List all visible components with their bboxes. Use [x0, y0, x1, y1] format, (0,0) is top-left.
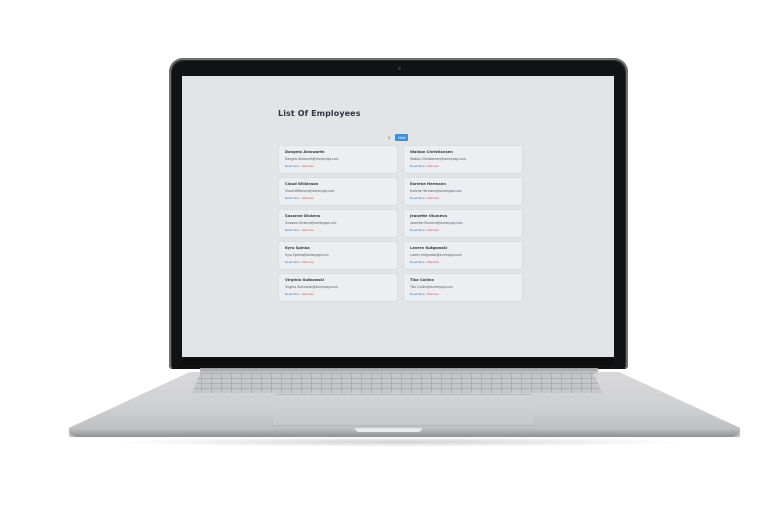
employee-card: Lavern Kutgowski Lavern.Kutgowski@dummya… [404, 242, 522, 269]
remove-link[interactable]: Remove [303, 228, 314, 232]
next-page-button[interactable]: Next [395, 134, 409, 141]
employee-name: Waldon Christiansen [410, 150, 453, 154]
current-page-number[interactable]: 1 [388, 135, 390, 140]
employee-card: Waldon Christiansen Waldon.Christiansen@… [404, 146, 522, 173]
card-actions: Read More|Remove [285, 292, 391, 296]
employee-name: Lavern Kutgowski [410, 246, 448, 250]
action-separator: | [425, 292, 427, 296]
employee-card: Susanne Dickens Susanne.Dickens@dummyapi… [279, 210, 397, 237]
read-more-link[interactable]: Read More [410, 292, 425, 296]
action-separator: | [300, 196, 302, 200]
read-more-link[interactable]: Read More [285, 228, 300, 232]
remove-link[interactable]: Remove [428, 292, 439, 296]
card-actions: Read More|Remove [285, 164, 391, 168]
card-actions: Read More|Remove [410, 260, 516, 264]
employee-name: Dangelo Ainsworth [285, 150, 325, 154]
employee-email: Waldon.Christiansen@dummyapi.com [410, 157, 466, 161]
card-actions: Read More|Remove [410, 228, 516, 232]
laptop-screen: List Of Employees 1 Next Dangelo Ainswor… [182, 76, 614, 357]
employee-name: Jeanette Okuneva [410, 214, 448, 218]
employee-email: Virginia.Gutkowski@dummyapi.com [285, 285, 338, 289]
employee-email: Kyra.Spinka@dummyapi.com [285, 253, 329, 257]
employee-email: Dangelo.Ainsworth@dummyapi.com [285, 157, 339, 161]
keyboard-rows [192, 373, 602, 393]
trackpad [272, 394, 535, 426]
action-separator: | [300, 260, 302, 264]
employee-name: Claud Wilkinson [285, 182, 319, 186]
screen-bottom-bezel [182, 357, 614, 365]
employee-card: Dangelo Ainsworth Dangelo.Ainsworth@dumm… [279, 146, 397, 173]
card-actions: Read More|Remove [285, 196, 391, 200]
remove-link[interactable]: Remove [428, 196, 439, 200]
read-more-link[interactable]: Read More [285, 260, 300, 264]
read-more-link[interactable]: Read More [410, 260, 425, 264]
employee-card: Virginia Gutkowski Virginia.Gutkowski@du… [279, 274, 397, 301]
action-separator: | [425, 164, 427, 168]
card-actions: Read More|Remove [410, 292, 516, 296]
employee-email: Lavern.Kutgowski@dummyapi.com [410, 253, 462, 257]
read-more-link[interactable]: Read More [410, 196, 425, 200]
employee-card: Claud Wilkinson Claud.Wilkinson@dummyapi… [279, 178, 397, 205]
remove-link[interactable]: Remove [303, 292, 314, 296]
page-title: List Of Employees [278, 109, 361, 118]
employee-email: Claud.Wilkinson@dummyapi.com [285, 189, 335, 193]
employee-name: Kyra Spinka [285, 246, 310, 250]
employee-email: Earlene.Hermann@dummyapi.com [410, 189, 462, 193]
employee-email: Jeanette.Okuneva@dummyapi.com [410, 221, 463, 225]
action-separator: | [300, 164, 302, 168]
laptop-lid: List Of Employees 1 Next Dangelo Ainswor… [169, 58, 628, 369]
remove-link[interactable]: Remove [428, 260, 439, 264]
card-actions: Read More|Remove [285, 260, 391, 264]
action-separator: | [425, 228, 427, 232]
action-separator: | [300, 228, 302, 232]
employee-card: Jeanette Okuneva Jeanette.Okuneva@dummya… [404, 210, 522, 237]
read-more-link[interactable]: Read More [410, 164, 425, 168]
camera-icon [397, 67, 401, 70]
card-actions: Read More|Remove [410, 164, 516, 168]
laptop-shadow [110, 437, 690, 447]
remove-link[interactable]: Remove [303, 196, 314, 200]
remove-link[interactable]: Remove [303, 260, 314, 264]
employee-name: Tiko Collins [410, 278, 434, 282]
employee-card: Earlene Hermann Earlene.Hermann@dummyapi… [404, 178, 522, 205]
remove-link[interactable]: Remove [303, 164, 314, 168]
employee-grid: Dangelo Ainsworth Dangelo.Ainsworth@dumm… [279, 146, 522, 301]
employee-name: Virginia Gutkowski [285, 278, 325, 282]
employee-name: Earlene Hermann [410, 182, 446, 186]
read-more-link[interactable]: Read More [410, 228, 425, 232]
employee-email: Susanne.Dickens@dummyapi.com [285, 221, 337, 225]
employee-card: Kyra Spinka Kyra.Spinka@dummyapi.com Rea… [279, 242, 397, 269]
read-more-link[interactable]: Read More [285, 196, 300, 200]
card-actions: Read More|Remove [410, 196, 516, 200]
pagination: 1 Next [388, 134, 409, 141]
employee-name: Susanne Dickens [285, 214, 321, 218]
laptop-notch [355, 428, 422, 432]
action-separator: | [425, 260, 427, 264]
card-actions: Read More|Remove [285, 228, 391, 232]
remove-link[interactable]: Remove [428, 164, 439, 168]
read-more-link[interactable]: Read More [285, 292, 300, 296]
remove-link[interactable]: Remove [428, 228, 439, 232]
action-separator: | [300, 292, 302, 296]
action-separator: | [425, 196, 427, 200]
read-more-link[interactable]: Read More [285, 164, 300, 168]
employee-email: Tiko.Collins@dummyapi.com [410, 285, 453, 289]
employee-card: Tiko Collins Tiko.Collins@dummyapi.com R… [404, 274, 522, 301]
